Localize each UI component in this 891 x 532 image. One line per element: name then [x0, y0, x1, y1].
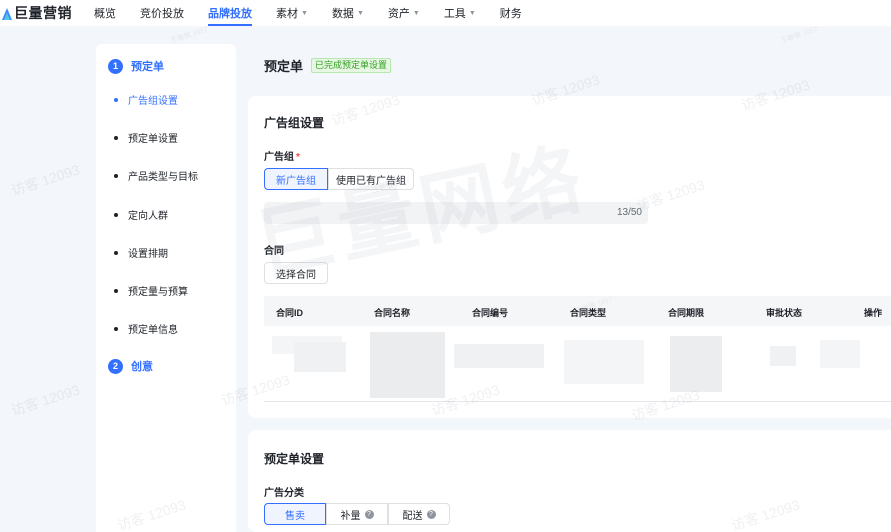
- substep-label: 广告组设置: [128, 96, 178, 107]
- logo[interactable]: 巨量营销: [2, 3, 72, 23]
- page-header: 预定单 已完成预定单设置: [264, 56, 392, 75]
- option-label: 配送: [402, 510, 423, 522]
- substep-label: 定向人群: [128, 211, 168, 222]
- help-icon[interactable]: ?: [364, 509, 374, 519]
- redacted-cell: [294, 342, 346, 372]
- sale-option[interactable]: 售卖: [264, 503, 326, 525]
- nav-item-label: 素材: [276, 8, 298, 20]
- nav-item-label: 工具: [443, 8, 466, 20]
- nav-item-bidding[interactable]: 竞价投放: [140, 0, 184, 26]
- option-label: 补量: [340, 510, 361, 522]
- logo-text: 巨量营销: [14, 5, 72, 21]
- redacted-cell: [670, 336, 722, 392]
- table-header: 合同ID 合同名称 合同编号 合同类型 合同期限 审批状态 操作: [264, 296, 891, 326]
- bullet-icon: [114, 97, 118, 102]
- redacted-cell: [454, 344, 544, 368]
- watermark-text: 访客 12093: [9, 381, 82, 419]
- nav-item-label: 数据: [331, 8, 354, 20]
- nav-item-material[interactable]: 素材 ▼: [276, 0, 308, 26]
- nav-item-overview[interactable]: 概览: [94, 0, 116, 26]
- column-header: 合同名称: [374, 308, 411, 318]
- caret-down-icon: ▼: [468, 9, 476, 17]
- substep-label: 预定量与预算: [128, 287, 188, 298]
- substep-ad-group[interactable]: 广告组设置: [114, 92, 178, 107]
- substep-product-type[interactable]: 产品类型与目标: [114, 168, 198, 183]
- column-header: 合同类型: [570, 308, 607, 318]
- column-header: 操作: [864, 308, 883, 318]
- substep-budget[interactable]: 预定量与预算: [114, 283, 188, 298]
- column-header: 审批状态: [766, 308, 803, 318]
- bullet-icon: [114, 326, 118, 331]
- steps-panel: 1 预定单 广告组设置 预定单设置 产品类型与目标 定向人群 设置排期 预定量与…: [96, 44, 236, 532]
- step-number: 2: [108, 358, 123, 374]
- nav-item-label: 竞价投放: [140, 8, 184, 20]
- help-icon[interactable]: ?: [426, 509, 436, 519]
- nav-item-label: 品牌投放: [208, 8, 252, 20]
- bullet-icon: [114, 135, 118, 140]
- redacted-cell: [564, 340, 644, 384]
- bullet-icon: [114, 288, 118, 293]
- logo-icon: [2, 8, 12, 20]
- redacted-cell: [820, 340, 860, 368]
- top-nav: 巨量营销 概览 竞价投放 品牌投放 素材 ▼ 数据 ▼ 资产 ▼ 工具 ▼ 财务: [0, 0, 891, 26]
- order-settings-card: 预定单设置 广告分类 售卖 补量? 配送?: [248, 430, 891, 532]
- column-header: 合同ID: [276, 308, 304, 318]
- bullet-icon: [114, 173, 118, 178]
- watermark-small: 王敏敏 1017: [780, 26, 819, 45]
- char-counter: 13/50: [616, 207, 642, 218]
- caret-down-icon: ▼: [412, 9, 420, 17]
- substep-order-info[interactable]: 预定单信息: [114, 321, 178, 336]
- watermark-small: 王敏敏 1017: [170, 26, 209, 45]
- ad-category-segmented: 售卖 补量? 配送?: [264, 503, 450, 525]
- nav-item-label: 概览: [94, 8, 116, 20]
- caret-down-icon: ▼: [301, 9, 308, 17]
- substep-schedule[interactable]: 设置排期: [114, 245, 168, 260]
- substep-label: 设置排期: [128, 249, 168, 260]
- nav-item-data[interactable]: 数据 ▼: [332, 0, 364, 26]
- redacted-cell: [770, 346, 796, 366]
- step-title: 预定单: [131, 61, 164, 73]
- redacted-cell: [370, 332, 445, 398]
- bullet-icon: [114, 212, 118, 217]
- step-title: 创意: [131, 361, 153, 373]
- substep-label: 预定单设置: [128, 134, 178, 145]
- substep-label: 预定单信息: [128, 325, 178, 336]
- nav-item-tools[interactable]: 工具 ▼: [444, 0, 476, 26]
- nav-item-assets[interactable]: 资产 ▼: [388, 0, 420, 26]
- nav-item-label: 财务: [499, 8, 522, 20]
- table-body-redacted: [264, 326, 891, 402]
- ad-category-label: 广告分类: [264, 488, 304, 499]
- column-header: 合同期限: [668, 308, 705, 318]
- makeup-option[interactable]: 补量?: [326, 503, 388, 525]
- section-title: 预定单设置: [264, 452, 325, 466]
- section-title: 广告组设置: [264, 116, 325, 130]
- status-badge: 已完成预定单设置: [311, 58, 392, 73]
- nav-item-finance[interactable]: 财务: [500, 0, 522, 26]
- ad-group-label: 广告组 *: [264, 148, 300, 163]
- watermark-text: 访客 12093: [9, 161, 82, 199]
- nav-item-brand[interactable]: 品牌投放: [208, 0, 252, 26]
- field-label-text: 广告组: [264, 152, 294, 163]
- substep-order-settings[interactable]: 预定单设置: [114, 130, 178, 145]
- bonus-option[interactable]: 配送?: [388, 503, 450, 525]
- required-mark: *: [296, 152, 300, 163]
- step-number: 1: [108, 58, 123, 74]
- contract-table: 合同ID 合同名称 合同编号 合同类型 合同期限 审批状态 操作: [264, 296, 891, 402]
- nav-item-label: 资产: [387, 8, 410, 20]
- column-header: 合同编号: [472, 308, 509, 318]
- caret-down-icon: ▼: [356, 9, 364, 17]
- bullet-icon: [114, 250, 118, 255]
- nav-menu: 概览 竞价投放 品牌投放 素材 ▼ 数据 ▼ 资产 ▼ 工具 ▼ 财务: [94, 0, 546, 26]
- substep-targeting[interactable]: 定向人群: [114, 207, 168, 222]
- substep-label: 产品类型与目标: [128, 172, 198, 183]
- page-title: 预定单: [264, 59, 304, 74]
- step-order[interactable]: 1 预定单: [108, 58, 164, 74]
- step-creative[interactable]: 2 创意: [108, 358, 153, 374]
